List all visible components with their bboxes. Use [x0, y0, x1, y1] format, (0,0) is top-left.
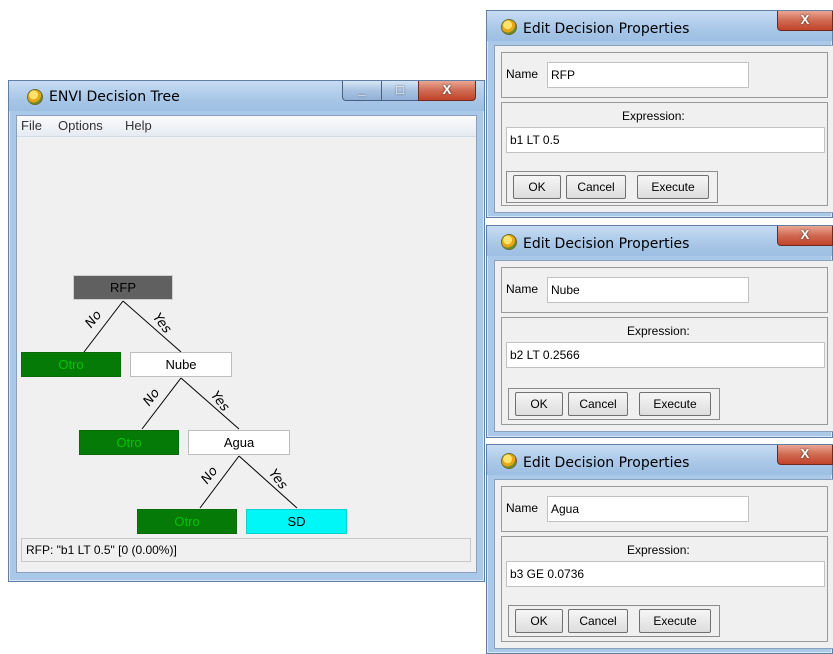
maximize-button[interactable]: □ [381, 81, 419, 101]
cancel-button[interactable]: Cancel [566, 175, 626, 199]
dialog-client-area: Name RFP Expression: b1 LT 0.5 OK Cancel… [494, 45, 833, 213]
expression-field[interactable]: b1 LT 0.5 [506, 127, 825, 153]
name-label: Name [506, 501, 539, 515]
name-group: Name RFP [501, 52, 828, 98]
expression-field[interactable]: b3 GE 0.0736 [506, 561, 825, 587]
name-group: Name Nube [501, 267, 828, 313]
ok-button[interactable]: OK [513, 175, 561, 199]
dialog-title: Edit Decision Properties [523, 236, 690, 252]
close-icon: X [442, 82, 452, 97]
expression-label: Expression: [627, 543, 690, 557]
name-field[interactable]: Agua [547, 496, 749, 522]
node-rfp[interactable]: RFP [73, 275, 173, 300]
maximize-icon: □ [396, 82, 404, 97]
name-label: Name [506, 67, 539, 81]
close-button[interactable]: X [777, 226, 833, 246]
expression-group: Expression: b2 LT 0.2566 OK Cancel Execu… [501, 317, 828, 425]
tree-client-area: File Options Help No Yes No Yes No Yes R… [16, 115, 477, 573]
close-icon: X [800, 446, 810, 461]
envi-app-icon [501, 453, 517, 469]
close-icon: X [800, 227, 810, 242]
close-button[interactable]: X [777, 11, 833, 31]
envi-app-icon [501, 19, 517, 35]
cancel-button[interactable]: Cancel [568, 609, 628, 633]
expression-group: Expression: b3 GE 0.0736 OK Cancel Execu… [501, 536, 828, 642]
edit-decision-dialog-agua: Edit Decision Properties X Name Agua Exp… [486, 444, 833, 654]
tree-connectors [83, 300, 298, 509]
envi-app-icon [501, 234, 517, 250]
cancel-button[interactable]: Cancel [568, 392, 628, 416]
dialog-client-area: Name Nube Expression: b2 LT 0.2566 OK Ca… [494, 260, 833, 432]
button-row-frame: OK Cancel Execute [508, 388, 720, 420]
edit-decision-dialog-nube: Edit Decision Properties X Name Nube Exp… [486, 225, 833, 438]
expression-group: Expression: b1 LT 0.5 OK Cancel Execute [501, 102, 828, 206]
name-label: Name [506, 282, 539, 296]
expression-label: Expression: [622, 109, 685, 123]
name-field[interactable]: Nube [547, 277, 749, 303]
node-otro-1[interactable]: Otro [21, 352, 121, 377]
button-row-frame: OK Cancel Execute [508, 605, 720, 637]
ok-button[interactable]: OK [515, 609, 563, 633]
execute-button[interactable]: Execute [639, 609, 711, 633]
name-field[interactable]: RFP [547, 62, 749, 88]
node-nube[interactable]: Nube [130, 352, 232, 377]
minimize-button[interactable]: _ [342, 81, 382, 101]
decision-tree-window: ENVI Decision Tree _ □ X File Options He… [8, 80, 485, 582]
button-row-frame: OK Cancel Execute [506, 171, 718, 203]
edit-decision-dialog-rfp: Edit Decision Properties X Name RFP Expr… [486, 10, 833, 218]
close-button[interactable]: X [777, 445, 833, 465]
status-bar: RFP: "b1 LT 0.5" [0 (0.00%)] [21, 538, 471, 562]
tree-window-title: ENVI Decision Tree [49, 89, 180, 105]
node-otro-2[interactable]: Otro [79, 430, 179, 455]
expression-field[interactable]: b2 LT 0.2566 [506, 342, 825, 368]
name-group: Name Agua [501, 486, 828, 532]
execute-button[interactable]: Execute [637, 175, 709, 199]
dialog-client-area: Name Agua Expression: b3 GE 0.0736 OK Ca… [494, 479, 833, 649]
close-icon: X [800, 12, 810, 27]
dialog-title: Edit Decision Properties [523, 21, 690, 37]
node-otro-3[interactable]: Otro [137, 509, 237, 534]
dialog-title: Edit Decision Properties [523, 455, 690, 471]
node-sd[interactable]: SD [246, 509, 347, 534]
close-button[interactable]: X [418, 81, 476, 101]
envi-app-icon [27, 89, 43, 105]
execute-button[interactable]: Execute [639, 392, 711, 416]
ok-button[interactable]: OK [515, 392, 563, 416]
node-agua[interactable]: Agua [188, 430, 290, 455]
expression-label: Expression: [627, 324, 690, 338]
minimize-icon: _ [358, 82, 366, 97]
